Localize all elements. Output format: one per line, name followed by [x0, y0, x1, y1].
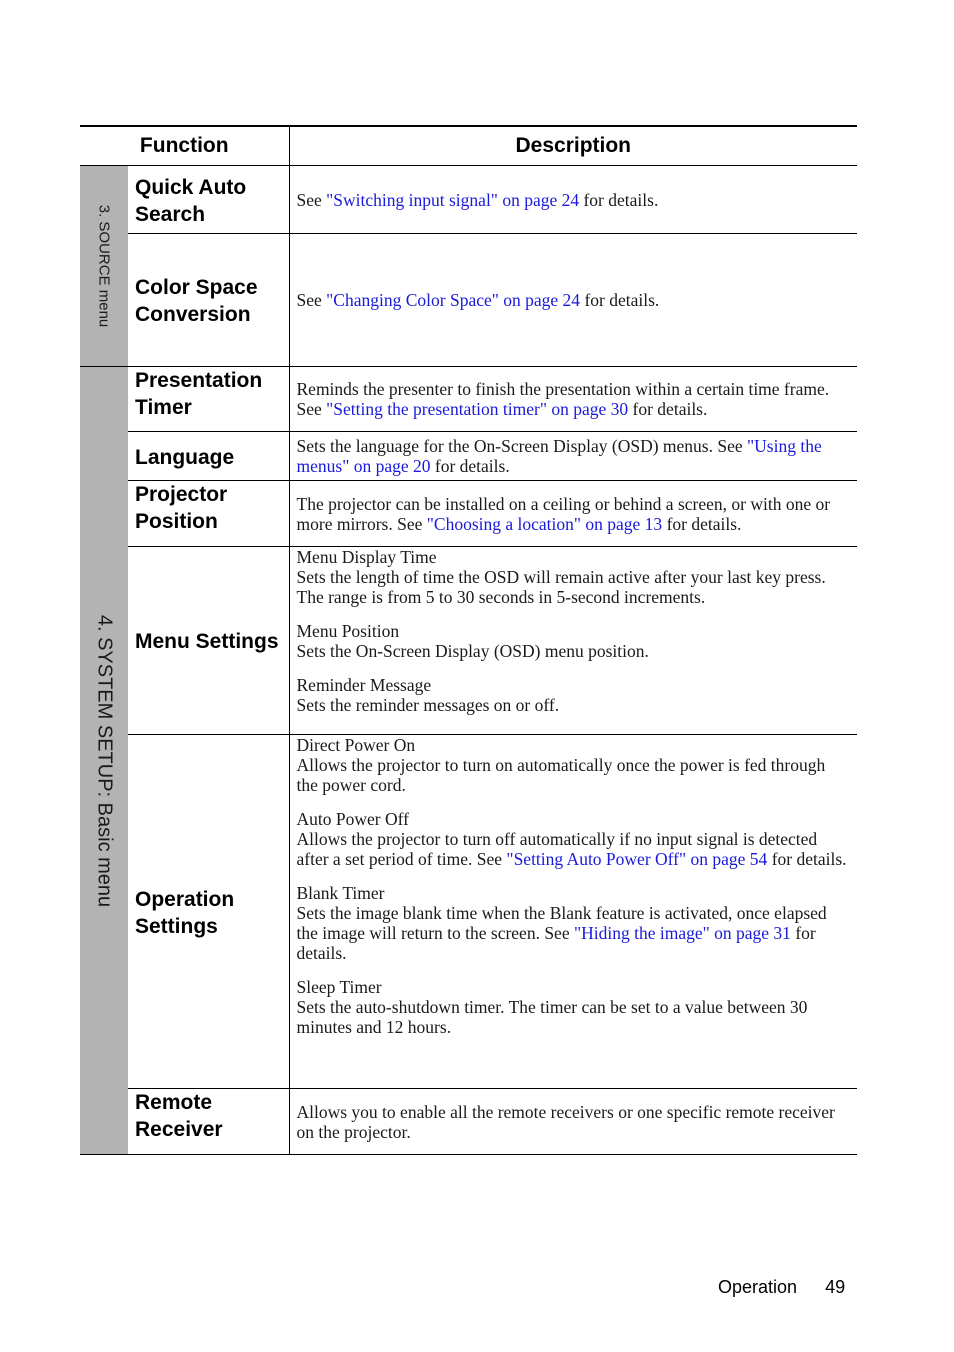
setting-subitem-title: Blank Timer: [296, 883, 385, 903]
cross-reference-link[interactable]: "Setting Auto Power Off" on page 54: [506, 849, 767, 869]
function-description: Reminds the presenter to finish the pres…: [288, 366, 857, 432]
function-description: The projector can be installed on a ceil…: [288, 480, 857, 547]
description-text: Sets the On-Screen Display (OSD) menu po…: [296, 641, 649, 661]
cross-reference-link[interactable]: "Switching input signal" on page 24: [326, 190, 579, 210]
function-name: Language: [128, 431, 289, 481]
function-name: Menu Settings: [128, 546, 289, 735]
function-description: Direct Power On Allows the projector to t…: [288, 734, 857, 1089]
function-name: Remote Receiver: [128, 1088, 289, 1155]
function-description: Allows you to enable all the remote rece…: [288, 1088, 857, 1155]
description-text: for details.: [580, 290, 660, 310]
header-description: Description: [288, 125, 857, 166]
description-text: See: [296, 189, 327, 210]
setting-subitem-title: Sleep Timer: [296, 977, 382, 997]
function-name: Projector Position: [128, 480, 289, 547]
setting-subitem: Sleep Timer Sets the auto-shutdown timer.…: [297, 977, 850, 1037]
setting-subitem-body: Allows the projector to turn on automati…: [297, 755, 850, 795]
function-description: See "Switching input signal" on page 24 …: [288, 165, 857, 234]
description-text: for details.: [579, 189, 659, 210]
setting-subitem-title: Reminder Message: [296, 675, 432, 695]
function-description: See "Changing Color Space" on page 24 fo…: [288, 233, 857, 367]
setting-subitem: Reminder Message Sets the reminder messag…: [297, 675, 850, 715]
function-name: Operation Settings: [128, 734, 289, 1089]
setting-subitem-title: Menu Display Time: [296, 547, 437, 567]
description-text: for details.: [430, 456, 510, 476]
setting-subitem: Auto Power Off Allows the projector to tu…: [297, 809, 850, 869]
description-text: for details.: [628, 399, 708, 419]
description-text: Allows you to enable all the remote rece…: [296, 1101, 835, 1142]
cross-reference-link[interactable]: "Setting the presentation timer" on page…: [326, 399, 628, 419]
description-text: See: [296, 290, 327, 310]
table-header-row: Function Description: [80, 125, 857, 166]
page-footer: Operation 49: [718, 1277, 845, 1298]
setting-subitem-body: Sets the auto-shutdown timer. The timer …: [297, 997, 850, 1037]
setting-subitem-title: Menu Position: [296, 621, 400, 641]
function-name: Color Space Conversion: [128, 233, 289, 367]
function-table: Function Description 3. SOURCE menu Quic…: [80, 125, 857, 1155]
description-text: Sets the auto-shutdown timer. The timer …: [296, 997, 808, 1037]
setting-subitem-body: Sets the length of time the OSD will rem…: [297, 567, 850, 607]
table-row: 4. SYSTEM SETUP: Basic menu Presentation…: [80, 366, 857, 1155]
table-row: Operation Settings Direct Power On Allows…: [80, 734, 857, 1089]
table-row: Color Space Conversion See "Changing Col…: [80, 233, 857, 367]
description-text: for details.: [662, 513, 742, 534]
description-text: Allows the projector to turn on automati…: [296, 755, 826, 795]
function-description: Sets the language for the On-Screen Disp…: [288, 431, 857, 481]
footer-section: Operation: [718, 1277, 798, 1297]
cross-reference-link[interactable]: "Hiding the image" on page 31: [574, 923, 791, 943]
setting-subitem: Blank Timer Sets the image blank time whe…: [297, 883, 850, 963]
function-description: Menu Display Time Sets the length of time…: [288, 546, 857, 735]
setting-subitem-body: Sets the On-Screen Display (OSD) menu po…: [297, 641, 850, 661]
description-text: Sets the length of time the OSD will rem…: [296, 567, 826, 607]
setting-subitem-body: Allows the projector to turn off automat…: [297, 829, 850, 869]
setting-subitem: Direct Power On Allows the projector to t…: [297, 735, 850, 795]
page-number: 49: [825, 1277, 846, 1297]
table-row: Remote Receiver Allows you to enable all…: [80, 1088, 857, 1155]
section-label-text: 3. SOURCE menu: [95, 204, 113, 328]
function-name: Quick Auto Search: [128, 165, 289, 234]
cross-reference-link[interactable]: "Changing Color Space" on page 24: [326, 290, 580, 310]
section-label-source-menu: 3. SOURCE menu: [80, 165, 128, 367]
description-text: for details.: [767, 849, 847, 869]
header-function: Function: [80, 125, 289, 166]
manual-page: Function Description 3. SOURCE menu Quic…: [0, 0, 954, 1352]
setting-subitem: Menu Position Sets the On-Screen Display …: [297, 621, 850, 661]
table-row: Projector Position The projector can be …: [80, 480, 857, 547]
function-name: Presentation Timer: [128, 366, 289, 432]
section-label-system-setup: 4. SYSTEM SETUP: Basic menu: [80, 366, 128, 1155]
section-label-text: 4. SYSTEM SETUP: Basic menu: [93, 614, 116, 907]
setting-subitem-title: Direct Power On: [296, 735, 416, 755]
table-row: 3. SOURCE menu Quick Auto Search See "Sw…: [80, 165, 857, 367]
table-row: Language Sets the language for the On-Sc…: [80, 431, 857, 481]
setting-subitem-title: Auto Power Off: [296, 809, 409, 829]
description-text: Sets the language for the On-Screen Disp…: [296, 436, 748, 456]
cross-reference-link[interactable]: "Choosing a location" on page 13: [427, 514, 662, 534]
description-text: Sets the reminder messages on or off.: [296, 695, 560, 715]
table-row: Menu Settings Menu Display Time Sets the …: [80, 546, 857, 735]
setting-subitem-body: Sets the reminder messages on or off.: [297, 695, 850, 715]
setting-subitem: Menu Display Time Sets the length of time…: [297, 547, 850, 607]
setting-subitem-body: Sets the image blank time when the Blank…: [297, 903, 850, 963]
